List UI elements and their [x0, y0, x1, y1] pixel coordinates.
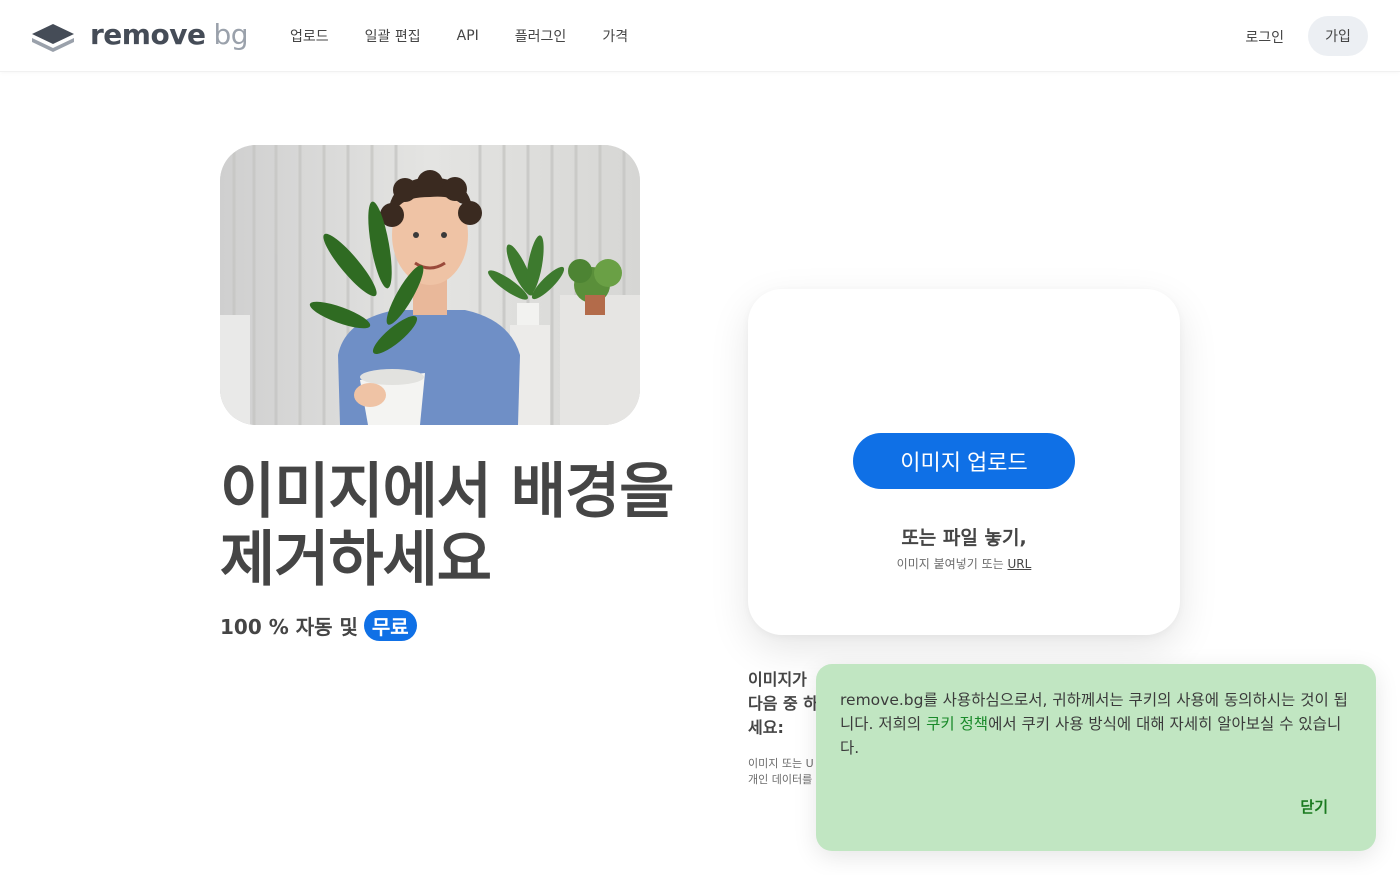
brand-name: remove	[90, 18, 206, 51]
nav-pricing[interactable]: 가격	[584, 26, 646, 46]
drop-file-text: 또는 파일 놓기,	[901, 527, 1027, 549]
logo-icon	[32, 24, 74, 52]
nav-upload[interactable]: 업로드	[272, 26, 347, 46]
login-link[interactable]: 로그인	[1245, 27, 1284, 47]
paste-hint-text: 이미지 붙여넣기 또는	[896, 557, 1004, 571]
hero-image	[220, 145, 640, 425]
signup-button[interactable]: 가입	[1308, 16, 1368, 56]
samples-note-line2: 개인 데이터를	[748, 773, 813, 786]
url-link[interactable]: URL	[1008, 557, 1032, 571]
samples-heading-line2: 다음 중 하	[748, 694, 819, 713]
paste-hint: 이미지 붙여넣기 또는 URL	[748, 555, 1180, 572]
page-title-line2: 제거하세요	[220, 525, 492, 595]
page-title-line1: 이미지에서 배경을	[220, 457, 674, 527]
page-title: 이미지에서 배경을 제거하세요	[220, 458, 740, 594]
main-nav: 업로드 일괄 편집 API 플러그인 가격	[272, 0, 646, 72]
upload-image-button[interactable]: 이미지 업로드	[853, 433, 1075, 489]
upload-card[interactable]: 이미지 업로드 또는 파일 놓기, 이미지 붙여넣기 또는 URL	[748, 289, 1180, 635]
hero-photo	[220, 145, 640, 425]
cookie-close-button[interactable]: 닫기	[1300, 796, 1328, 817]
nav-plugins[interactable]: 플러그인	[497, 26, 585, 46]
brand-logo[interactable]: remove bg	[30, 18, 248, 52]
nav-bulk-edit[interactable]: 일괄 편집	[347, 26, 439, 46]
nav-api[interactable]: API	[439, 28, 497, 44]
brand-wordmark: remove bg	[90, 18, 248, 52]
cookie-banner: remove.bg를 사용하심으로서, 귀하께서는 쿠키의 사용에 동의하시는 …	[816, 664, 1376, 851]
samples-note-line1: 이미지 또는 U	[748, 757, 814, 770]
hero-subtitle: 100 % 자동 및 무료	[220, 610, 417, 641]
hero-subtitle-text: 100 % 자동 및	[220, 615, 358, 639]
samples-note: 이미지 또는 U 개인 데이터를	[748, 756, 818, 788]
samples-heading-line3: 세요:	[748, 718, 784, 737]
cookie-message: remove.bg를 사용하심으로서, 귀하께서는 쿠키의 사용에 동의하시는 …	[840, 688, 1356, 760]
top-navbar: remove bg 업로드 일괄 편집 API 플러그인 가격 로그인 가입	[0, 0, 1400, 72]
free-badge: 무료	[363, 610, 417, 641]
cookie-policy-link[interactable]: 쿠키 정책	[926, 715, 988, 733]
samples-heading-line1: 이미지가	[748, 670, 807, 689]
brand-suffix: bg	[213, 18, 248, 51]
